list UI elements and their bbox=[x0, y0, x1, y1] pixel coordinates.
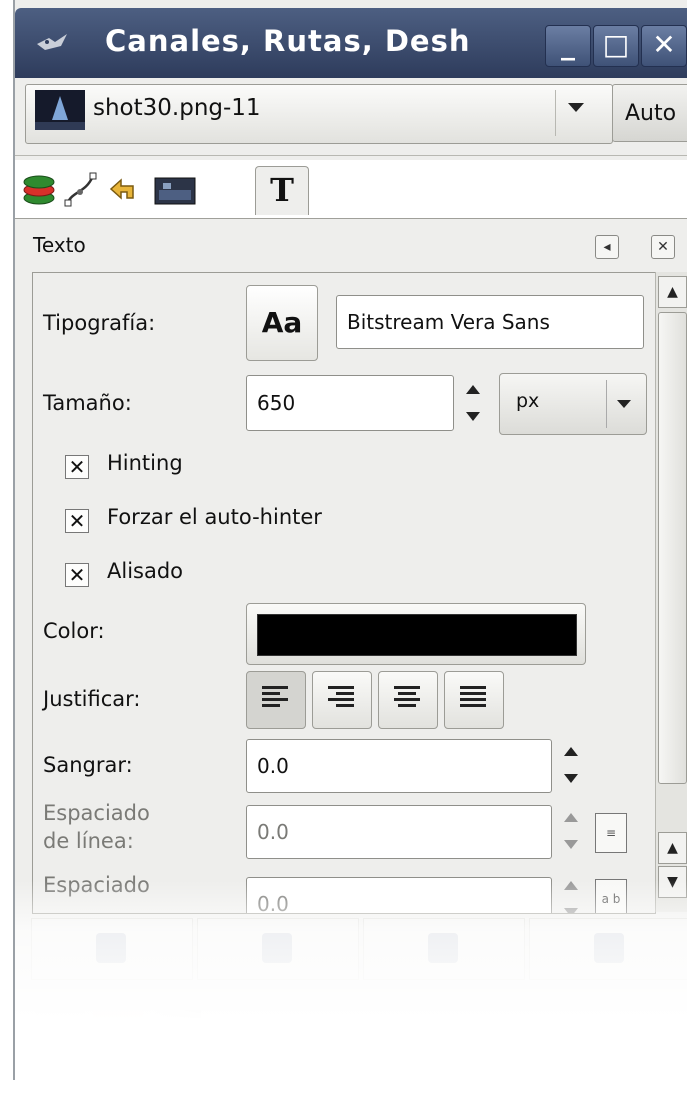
reset-icon bbox=[594, 933, 624, 963]
unit-select[interactable]: px bbox=[499, 373, 647, 435]
align-justify-icon bbox=[460, 686, 488, 714]
image-selector-value: shot30.png-11 bbox=[93, 95, 261, 121]
dock-tabs: T bbox=[15, 160, 687, 219]
scrollbar-thumb[interactable] bbox=[658, 312, 687, 784]
minimize-button[interactable]: _ bbox=[545, 25, 591, 67]
divider bbox=[15, 155, 687, 156]
text-tool-small-icon[interactable]: T bbox=[209, 1010, 259, 1060]
line-spacing-label: Espaciado bbox=[43, 801, 150, 825]
justify-fill-button[interactable] bbox=[444, 671, 504, 729]
delete-options-button[interactable] bbox=[363, 918, 525, 980]
hinting-label: Hinting bbox=[107, 451, 183, 475]
vertical-scrollbar[interactable]: ▲ ▲ ▼ bbox=[655, 272, 687, 912]
gradient-swatch-icon[interactable] bbox=[151, 1010, 201, 1060]
text-options-panel: Tipografía: Aa Bitstream Vera Sans Tamañ… bbox=[32, 272, 656, 914]
indent-label: Sangrar: bbox=[43, 753, 133, 777]
letter-spacing-icon: a b bbox=[595, 879, 627, 913]
dock-title: Texto bbox=[33, 233, 86, 257]
justify-center-button[interactable] bbox=[378, 671, 438, 729]
combo-separator bbox=[555, 90, 556, 136]
letter-spacing-spin-button[interactable] bbox=[561, 877, 581, 913]
hinting-checkbox[interactable]: ✕ bbox=[65, 455, 89, 479]
window-title: Canales, Rutas, Desh bbox=[105, 24, 471, 58]
line-spacing-input[interactable]: 0.0 bbox=[246, 805, 552, 859]
layers-icon[interactable] bbox=[21, 170, 57, 208]
font-input[interactable]: Bitstream Vera Sans bbox=[336, 295, 644, 349]
save-options-button[interactable] bbox=[31, 918, 193, 980]
dock-close-button[interactable]: ✕ bbox=[651, 235, 675, 259]
restore-options-button[interactable] bbox=[197, 918, 359, 980]
align-right-icon bbox=[328, 686, 356, 714]
font-label: Tipografía: bbox=[43, 311, 156, 335]
undo-history-icon[interactable] bbox=[107, 170, 143, 208]
title-bar[interactable]: Canales, Rutas, Desh _ □ ✕ bbox=[15, 8, 687, 78]
align-left-icon bbox=[262, 686, 290, 714]
indent-input[interactable]: 0.0 bbox=[246, 739, 552, 793]
line-spacing-label-2: de línea: bbox=[43, 829, 134, 853]
size-spin-button[interactable] bbox=[463, 381, 483, 425]
justify-left-button[interactable] bbox=[246, 671, 306, 729]
line-spacing-spin-button[interactable] bbox=[561, 809, 581, 853]
scroll-up-icon[interactable]: ▲ bbox=[658, 276, 687, 308]
maximize-button[interactable]: □ bbox=[593, 25, 639, 67]
restore-icon bbox=[262, 933, 292, 963]
images-icon[interactable] bbox=[153, 170, 197, 208]
scroll-down-icon[interactable]: ▼ bbox=[658, 866, 687, 898]
save-icon bbox=[96, 933, 126, 963]
tab-text-tool[interactable]: T bbox=[255, 166, 309, 215]
app-icon bbox=[37, 34, 67, 50]
chevron-down-icon[interactable] bbox=[568, 103, 584, 112]
foreground-swatch-icon[interactable] bbox=[35, 1010, 85, 1060]
color-label: Color: bbox=[43, 619, 105, 643]
antialias-checkbox[interactable]: ✕ bbox=[65, 563, 89, 587]
auto-button[interactable]: Auto bbox=[612, 84, 687, 142]
color-swatch bbox=[257, 614, 577, 656]
scroll-up-icon-lower[interactable]: ▲ bbox=[658, 832, 687, 864]
paths-icon[interactable] bbox=[63, 170, 99, 208]
delete-icon bbox=[428, 933, 458, 963]
size-label: Tamaño: bbox=[43, 391, 132, 415]
letter-spacing-label: Espaciado bbox=[43, 873, 150, 897]
reset-options-button[interactable] bbox=[529, 918, 687, 980]
line-spacing-icon: ≡ bbox=[595, 813, 627, 853]
indent-spin-button[interactable] bbox=[561, 743, 581, 787]
brush-swatch-icon[interactable] bbox=[93, 1010, 143, 1060]
justify-label: Justificar: bbox=[43, 687, 141, 711]
justify-right-button[interactable] bbox=[312, 671, 372, 729]
align-center-icon bbox=[394, 686, 422, 714]
dock-menu-button[interactable]: ◂ bbox=[595, 235, 619, 259]
close-button[interactable]: ✕ bbox=[641, 25, 687, 67]
chevron-down-icon bbox=[617, 400, 631, 408]
letter-spacing-input[interactable]: 0.0 bbox=[246, 877, 552, 913]
image-thumbnail-icon bbox=[35, 90, 85, 130]
bottom-button-bar bbox=[15, 912, 687, 982]
color-button[interactable] bbox=[246, 603, 586, 665]
dock-window: Canales, Rutas, Desh _ □ ✕ shot30.png-11… bbox=[13, 0, 687, 1080]
autohint-label: Forzar el auto-hinter bbox=[107, 505, 322, 529]
unit-separator bbox=[606, 380, 607, 428]
font-preview-button[interactable]: Aa bbox=[246, 285, 318, 361]
unit-value: px bbox=[516, 390, 540, 412]
size-input[interactable]: 650 bbox=[246, 375, 454, 431]
autohint-checkbox[interactable]: ✕ bbox=[65, 509, 89, 533]
antialias-label: Alisado bbox=[107, 559, 184, 583]
